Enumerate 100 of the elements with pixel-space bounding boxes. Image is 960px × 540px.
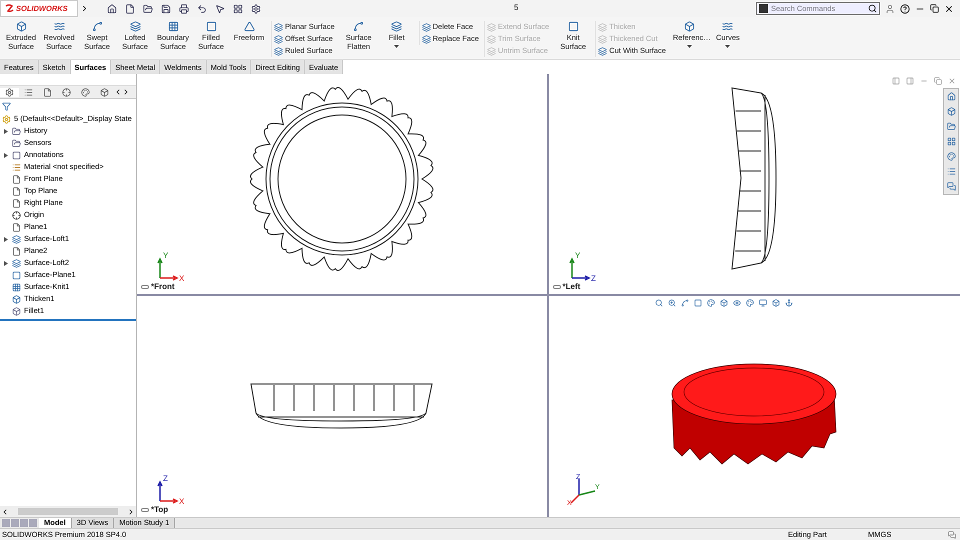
chat-icon[interactable] — [948, 530, 956, 538]
command-icon — [759, 4, 768, 13]
eye-icon[interactable] — [732, 298, 740, 306]
cube-icon — [684, 21, 696, 32]
properties-icon[interactable] — [24, 88, 33, 96]
wave-icon — [722, 21, 734, 32]
printer-icon[interactable] — [179, 4, 189, 14]
home-icon[interactable] — [946, 92, 956, 101]
square-icon — [206, 21, 216, 32]
palette-view-icon[interactable] — [946, 137, 956, 146]
appearance-icon[interactable] — [746, 298, 754, 306]
square-icon — [568, 21, 579, 32]
curve-icon — [353, 21, 364, 32]
section-icon[interactable] — [694, 298, 702, 306]
layers-icon — [130, 21, 140, 32]
caret-icon[interactable] — [394, 45, 400, 48]
part-icon[interactable] — [5, 88, 14, 96]
search-icon[interactable] — [868, 4, 877, 13]
fillet-icon — [12, 306, 21, 316]
cube-icon[interactable] — [720, 298, 728, 306]
grid-icon — [168, 21, 178, 32]
wave-icon — [54, 21, 64, 32]
horizontal-scrollbar[interactable] — [0, 506, 136, 517]
logo-mark-icon — [5, 4, 14, 13]
axis-triad-drawing: Y Z — [566, 250, 598, 282]
color-icon[interactable] — [706, 298, 714, 306]
view-label: *Top — [151, 504, 168, 516]
user-icon[interactable] — [885, 4, 895, 14]
panel-left-icon[interactable] — [892, 77, 900, 85]
plane-icon — [12, 198, 21, 208]
surface-icon — [598, 22, 608, 32]
forum-icon[interactable] — [946, 182, 956, 191]
viewport[interactable]: Y X *Front — [137, 74, 548, 296]
loft-icon — [12, 234, 21, 244]
surface-icon — [598, 34, 608, 44]
help-icon[interactable] — [900, 4, 910, 14]
home-icon[interactable] — [107, 4, 117, 14]
scroll-left-icon[interactable] — [1, 508, 9, 516]
pointer-icon[interactable] — [215, 4, 225, 14]
expand-arrow-icon[interactable] — [4, 260, 8, 266]
view-label: *Left — [562, 280, 580, 292]
zoom-icon[interactable] — [668, 298, 676, 306]
surface-icon — [486, 46, 496, 56]
surface-icon — [12, 270, 21, 280]
save-icon[interactable] — [161, 4, 171, 14]
scroll-right-icon[interactable] — [122, 88, 130, 96]
thicken-icon — [12, 294, 21, 304]
appearance-icon[interactable] — [946, 152, 956, 161]
viewport[interactable]: Z X *Top — [137, 296, 548, 517]
plane-icon — [12, 186, 21, 196]
close-icon[interactable] — [944, 4, 954, 14]
surface-icon — [422, 34, 431, 44]
layers-icon — [391, 21, 402, 32]
anchor-icon[interactable] — [784, 298, 792, 306]
monitor-icon[interactable] — [758, 298, 766, 306]
appearance-icon[interactable] — [81, 88, 90, 96]
axis-triad-drawing: Z X — [155, 473, 187, 505]
surface-icon — [274, 46, 283, 56]
scroll-right-icon[interactable] — [127, 508, 135, 516]
knit-icon — [12, 282, 21, 292]
surface-icon — [486, 34, 496, 44]
filter-icon[interactable] — [2, 102, 11, 110]
restore-icon[interactable] — [930, 4, 939, 13]
cube-icon — [16, 21, 26, 32]
annotation-icon — [12, 150, 21, 160]
expand-arrow-icon[interactable] — [4, 236, 8, 242]
curve-icon — [92, 21, 102, 32]
surface-icon — [274, 34, 283, 44]
grid-icon[interactable] — [233, 4, 243, 14]
properties-icon[interactable] — [946, 167, 956, 176]
scrollbar-thumb[interactable] — [18, 508, 118, 515]
magnifier-icon[interactable] — [654, 298, 662, 306]
expand-arrow-icon[interactable] — [4, 152, 8, 158]
box-icon[interactable] — [772, 298, 780, 306]
part-icon — [2, 114, 11, 124]
folder-icon[interactable] — [143, 4, 153, 14]
document-title: 5 — [514, 2, 518, 14]
settings-icon[interactable] — [251, 4, 261, 14]
target-icon[interactable] — [62, 88, 71, 96]
scroll-left-icon[interactable] — [114, 88, 122, 96]
folder-icon[interactable] — [946, 122, 956, 131]
material-icon — [12, 162, 21, 172]
loft-icon — [12, 258, 21, 268]
surface-icon — [274, 22, 283, 32]
plane-icon — [12, 222, 21, 232]
caret-icon[interactable] — [687, 45, 692, 48]
surface-icon — [486, 22, 496, 32]
caret-icon[interactable] — [725, 45, 730, 48]
view-label: *Front — [151, 280, 175, 292]
viewport[interactable]: Y Z *Left — [548, 74, 960, 296]
expand-icon[interactable] — [80, 4, 89, 13]
triangle-icon — [244, 21, 254, 32]
axis-triad-drawing: Y X — [155, 250, 187, 282]
expand-arrow-icon[interactable] — [4, 128, 8, 134]
plane-icon — [12, 174, 21, 184]
sketch-icon[interactable] — [680, 298, 688, 306]
undo-icon[interactable] — [197, 4, 207, 14]
panel-right-icon[interactable] — [906, 77, 914, 85]
surface-icon — [422, 22, 431, 32]
document-icon[interactable] — [125, 4, 135, 14]
